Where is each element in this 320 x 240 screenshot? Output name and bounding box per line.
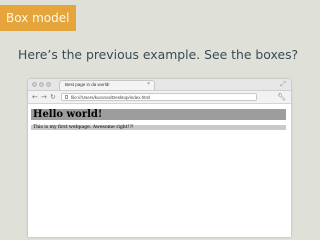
page-icon	[65, 95, 68, 99]
minimize-window-icon[interactable]	[39, 82, 44, 87]
forward-arrow-icon[interactable]: →	[41, 92, 47, 102]
slide-subtitle: Here’s the previous example. See the box…	[18, 47, 299, 62]
tab-close-icon[interactable]: ×	[147, 81, 150, 87]
close-window-icon[interactable]	[32, 82, 37, 87]
section-tag: Box model	[0, 5, 76, 31]
tab-title: Best page in da world!	[65, 82, 110, 87]
reload-icon[interactable]: ↻	[50, 92, 56, 102]
browser-titlebar: Best page in da world! × ⤢	[28, 79, 291, 91]
heading-box: Hello world!	[31, 109, 286, 120]
browser-window: Best page in da world! × ⤢ ← → ↻ file://…	[28, 79, 291, 237]
paragraph-box: This is my first webpage. Awesome right!…	[31, 125, 286, 130]
browser-toolbar: ← → ↻ file:///Users/kuronos/Desktop/inde…	[28, 91, 291, 104]
address-bar[interactable]: file:///Users/kuronos/Desktop/index.html	[61, 93, 257, 101]
zoom-window-icon[interactable]	[46, 82, 51, 87]
resize-icon[interactable]: ⤢	[280, 80, 286, 89]
address-text[interactable]: file:///Users/kuronos/Desktop/index.html	[71, 94, 150, 101]
browser-tab[interactable]: Best page in da world! ×	[59, 80, 155, 90]
wrench-icon[interactable]: 🔧︎	[277, 92, 286, 102]
back-arrow-icon[interactable]: ←	[32, 92, 38, 102]
